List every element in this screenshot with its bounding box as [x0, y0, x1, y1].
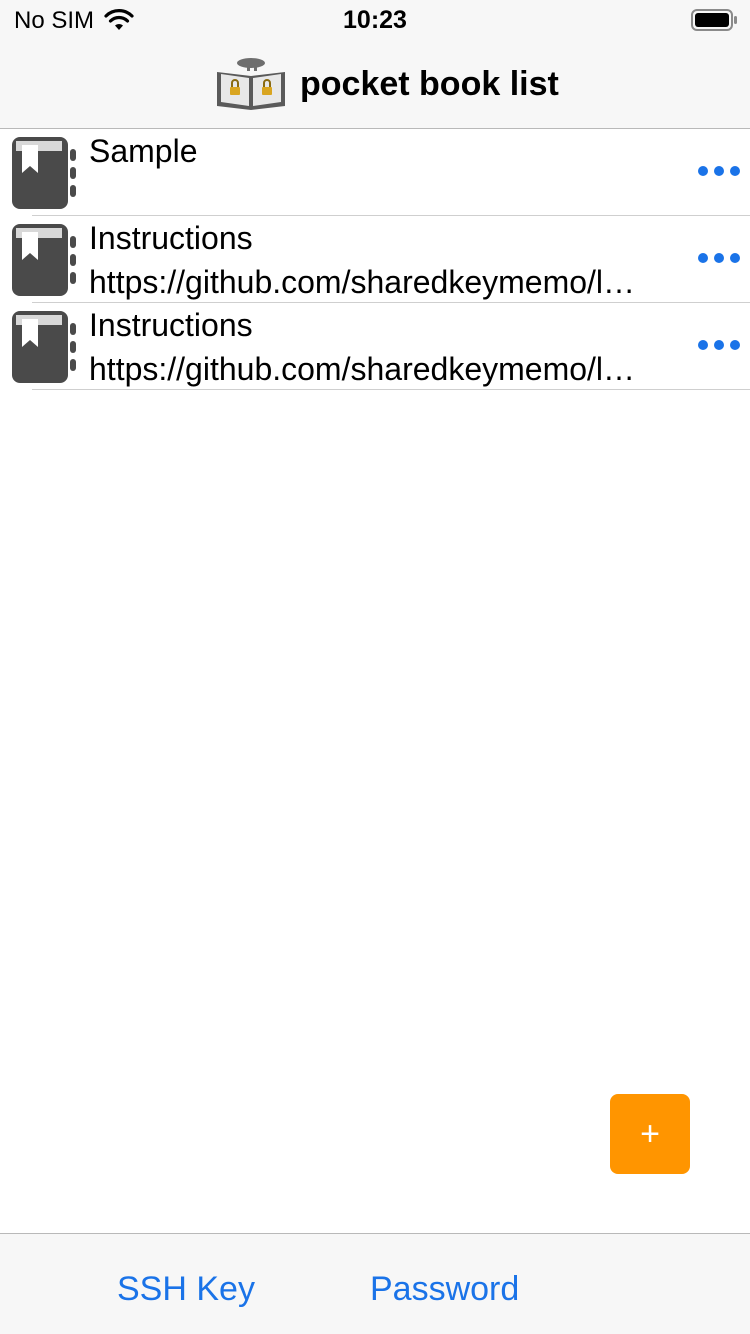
ellipsis-icon[interactable]: [696, 337, 742, 353]
ssh-key-button[interactable]: SSH Key: [117, 1270, 255, 1309]
list-item[interactable]: Sample: [0, 129, 750, 216]
book-title: Instructions: [89, 220, 253, 256]
list-item[interactable]: Instructions https://github.com/sharedke…: [0, 303, 750, 390]
book-lock-logo-icon: [217, 58, 285, 110]
add-book-button[interactable]: +: [610, 1094, 690, 1174]
password-button[interactable]: Password: [370, 1270, 519, 1309]
battery-icon: [691, 9, 737, 31]
book-list: Sample Instructions https://github.com/s…: [0, 129, 750, 390]
book-title: Sample: [89, 133, 198, 169]
book-icon: [12, 224, 76, 296]
navigation-bar: pocket book list: [0, 40, 750, 129]
book-subtitle: https://github.com/sharedkeymemo/l…: [89, 264, 636, 300]
row-divider: [32, 389, 750, 390]
book-subtitle: https://github.com/sharedkeymemo/l…: [89, 351, 636, 387]
ellipsis-icon[interactable]: [696, 250, 742, 266]
list-item[interactable]: Instructions https://github.com/sharedke…: [0, 216, 750, 303]
ellipsis-icon[interactable]: [696, 163, 742, 179]
clock: 10:23: [343, 6, 407, 34]
page-title: pocket book list: [300, 65, 559, 103]
status-bar: No SIM 10:23: [0, 0, 750, 40]
book-title: Instructions: [89, 307, 253, 343]
book-icon: [12, 311, 76, 383]
book-icon: [12, 137, 76, 209]
tab-bar: SSH Key Password: [0, 1233, 750, 1334]
